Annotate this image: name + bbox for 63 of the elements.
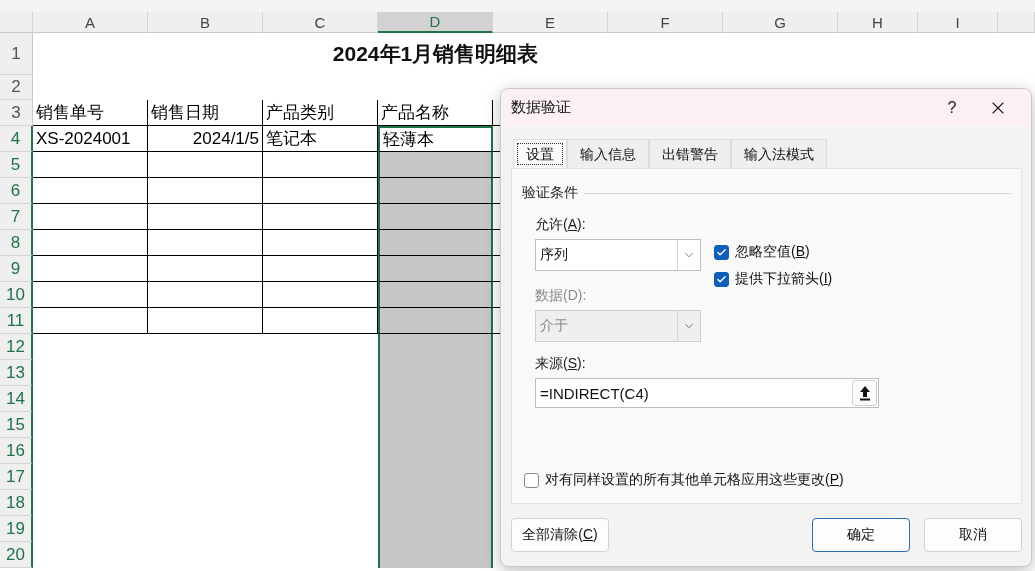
check-icon (716, 246, 727, 258)
table-cell: 轻薄本 (378, 126, 493, 152)
row-header[interactable]: 6 (0, 178, 33, 204)
row-header[interactable]: 4 (0, 126, 33, 152)
row-header[interactable]: 20 (0, 542, 33, 568)
group-label: 验证条件 (522, 184, 578, 202)
tab[interactable]: 输入信息 (567, 139, 649, 169)
checkbox[interactable] (524, 472, 539, 488)
row-header[interactable]: 7 (0, 204, 33, 230)
column-heading: 产品类别 (263, 100, 378, 126)
row-header[interactable]: 11 (0, 308, 33, 334)
allow-dropdown[interactable]: 序列 (535, 239, 701, 271)
dialog-button[interactable]: 取消 (924, 518, 1022, 552)
column-header[interactable]: B (148, 12, 263, 33)
column-heading: 销售单号 (33, 100, 148, 126)
table-cell: 2024/1/5 (148, 126, 263, 152)
allow-label: 允许(A): (535, 216, 587, 234)
row-header[interactable]: 16 (0, 438, 33, 464)
row-header[interactable]: 5 (0, 152, 33, 178)
checkbox[interactable] (714, 244, 729, 260)
row-header[interactable]: 12 (0, 334, 33, 360)
row-header[interactable]: 2 (0, 75, 33, 100)
tab[interactable]: 输入法模式 (731, 139, 827, 169)
row-header[interactable]: 9 (0, 256, 33, 282)
column-header[interactable]: G (723, 12, 838, 33)
check-icon (716, 273, 727, 285)
row-header[interactable]: 10 (0, 282, 33, 308)
checkbox-label: 忽略空值(B) (735, 243, 810, 261)
checkbox[interactable] (714, 271, 729, 287)
dialog-button[interactable]: 确定 (812, 518, 910, 552)
row-header[interactable]: 8 (0, 230, 33, 256)
row-header[interactable]: 18 (0, 490, 33, 516)
data-label: 数据(D): (535, 287, 588, 305)
column-header[interactable]: E (493, 12, 608, 33)
column-header[interactable]: F (608, 12, 723, 33)
dialog-title: 数据验证 (511, 98, 572, 117)
tab[interactable]: 设置 (513, 139, 567, 169)
row-header[interactable]: 19 (0, 516, 33, 542)
column-header[interactable]: I (918, 12, 998, 33)
row-header[interactable]: 17 (0, 464, 33, 490)
source-label: 来源(S): (535, 355, 587, 373)
table-cell: 笔记本 (263, 126, 378, 152)
row-header[interactable]: 13 (0, 360, 33, 386)
column-heading: 销售日期 (148, 100, 263, 126)
upload-arrow-icon (858, 385, 871, 401)
column-header[interactable]: D (378, 12, 493, 33)
help-button[interactable]: ? (929, 98, 975, 117)
tab[interactable]: 出错警告 (649, 139, 731, 169)
row-header[interactable]: 15 (0, 412, 33, 438)
column-header[interactable]: C (263, 12, 378, 33)
checkbox-label: 提供下拉箭头(I) (735, 270, 833, 288)
row-header[interactable]: 14 (0, 386, 33, 412)
collapse-button[interactable] (852, 380, 877, 406)
column-header[interactable]: A (33, 12, 148, 33)
column-heading: 产品名称 (378, 100, 493, 126)
dialog-button[interactable]: 全部清除(C) (511, 518, 609, 552)
table-cell: XS-2024001 (33, 126, 148, 152)
row-header[interactable]: 3 (0, 100, 33, 126)
column-header[interactable]: H (838, 12, 918, 33)
source-field[interactable]: =INDIRECT(C4) (535, 378, 879, 408)
checkbox-label: 对有同样设置的所有其他单元格应用这些更改(P) (545, 471, 844, 489)
row-header[interactable]: 1 (0, 33, 33, 75)
sheet-title: 2024年1月销售明细表 (331, 41, 540, 67)
